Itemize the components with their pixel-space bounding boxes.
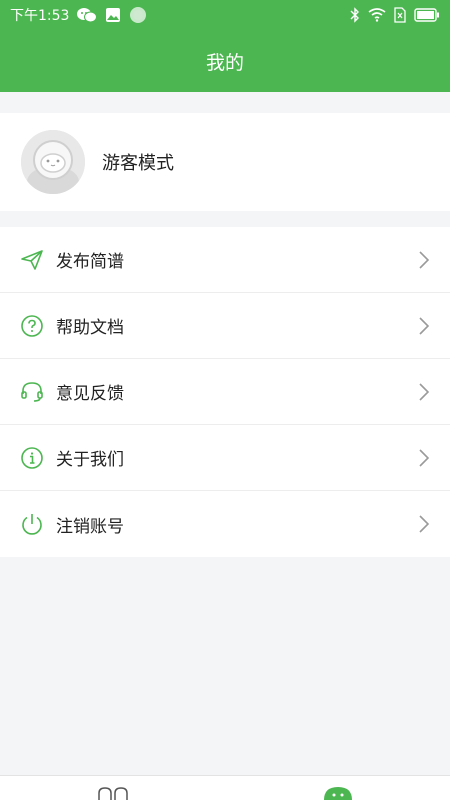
- headset-icon: [20, 380, 44, 404]
- app-header: 我的: [0, 30, 450, 92]
- chevron-right-icon: [419, 316, 430, 335]
- bottom-nav: [0, 775, 450, 800]
- menu-list: 发布简谱 帮助文档 意见反馈 关于我们 注销账号: [0, 227, 450, 557]
- help-icon: [20, 314, 44, 338]
- home-tab-icon[interactable]: [83, 778, 143, 800]
- menu-item-about[interactable]: 关于我们: [0, 425, 450, 491]
- power-icon: [20, 512, 44, 536]
- menu-item-help[interactable]: 帮助文档: [0, 293, 450, 359]
- wechat-icon: [77, 7, 98, 23]
- page-title: 我的: [205, 51, 244, 74]
- chevron-right-icon: [419, 515, 430, 533]
- profile-name: 游客模式: [102, 153, 174, 174]
- profile-card[interactable]: 游客模式: [0, 113, 450, 211]
- menu-label: 注销账号: [56, 516, 124, 537]
- chevron-right-icon: [419, 250, 430, 269]
- image-icon: [105, 7, 121, 23]
- chevron-right-icon: [419, 382, 430, 401]
- send-icon: [20, 248, 44, 272]
- menu-label: 关于我们: [56, 450, 124, 470]
- sim-icon: [394, 7, 406, 23]
- menu-label: 发布简谱: [56, 252, 124, 272]
- menu-label: 意见反馈: [56, 384, 124, 404]
- wifi-icon: [368, 8, 386, 22]
- battery-icon: [414, 8, 440, 22]
- loading-icon: [129, 6, 147, 24]
- menu-item-publish[interactable]: 发布简谱: [0, 227, 450, 293]
- info-icon: [20, 446, 44, 470]
- menu-item-logout[interactable]: 注销账号: [0, 491, 450, 557]
- status-time: 下午1:53: [10, 8, 70, 24]
- status-bar: 下午1:53: [0, 0, 450, 30]
- profile-tab-icon[interactable]: [308, 778, 368, 800]
- bluetooth-icon: [350, 7, 360, 23]
- menu-label: 帮助文档: [56, 318, 124, 338]
- avatar-face-icon[interactable]: [21, 130, 85, 194]
- chevron-right-icon: [419, 448, 430, 467]
- menu-item-feedback[interactable]: 意见反馈: [0, 359, 450, 425]
